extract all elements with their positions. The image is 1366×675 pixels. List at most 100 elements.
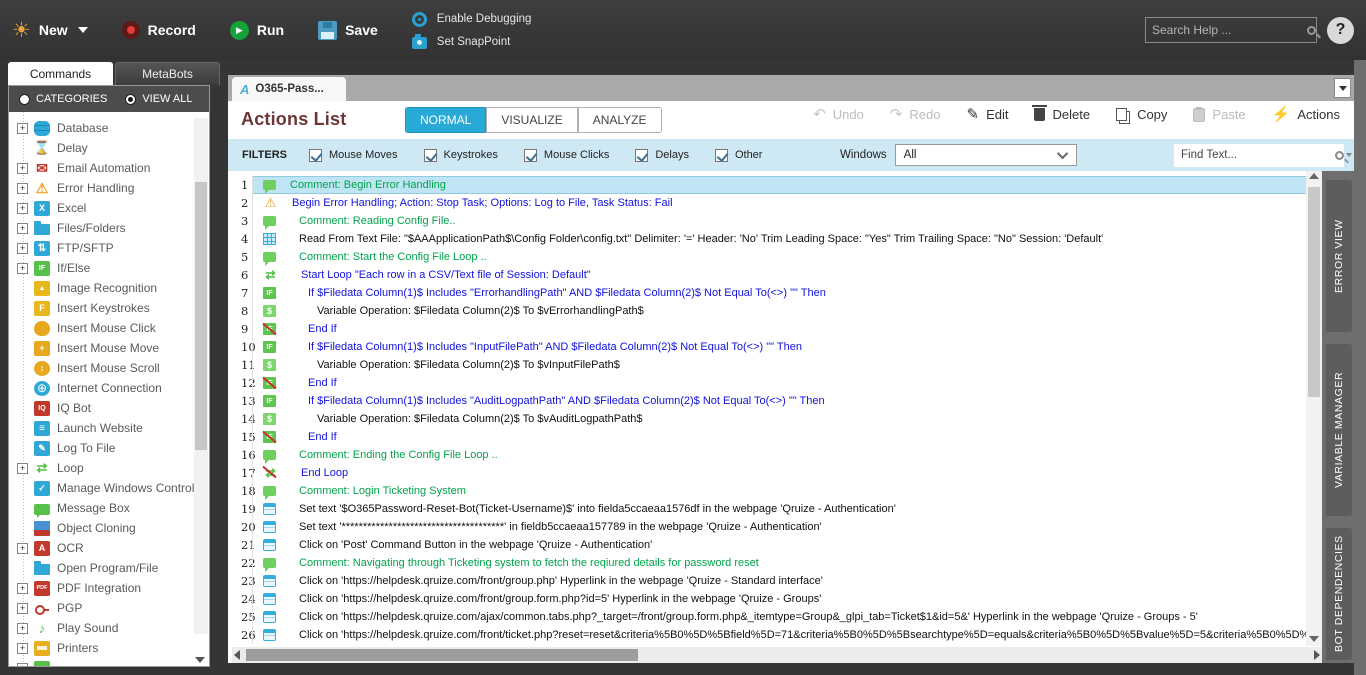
- mode-visualize-button[interactable]: VISUALIZE: [486, 107, 577, 133]
- new-button[interactable]: ☀ New: [12, 20, 88, 41]
- run-button[interactable]: ▶ Run: [230, 21, 284, 40]
- sidebar-item-error-handling[interactable]: +⚠Error Handling: [9, 178, 209, 198]
- sidebar-item-insert-mouse-click[interactable]: Insert Mouse Click: [9, 318, 209, 338]
- radio-view-all-dot[interactable]: [125, 94, 136, 105]
- sidebar-item-launch-website[interactable]: ≡Launch Website: [9, 418, 209, 438]
- expand-plus-icon[interactable]: +: [17, 643, 28, 654]
- action-row-15[interactable]: 15IFEnd If: [228, 428, 1306, 446]
- horizontal-scrollbar[interactable]: [232, 647, 1322, 663]
- sidebar-item-database[interactable]: +▤Database: [9, 118, 209, 138]
- sidebar-item-item[interactable]: +: [9, 658, 209, 666]
- sidebar-item-files-folders[interactable]: +Files/Folders: [9, 218, 209, 238]
- sidebar-scroll-down-icon[interactable]: [195, 657, 205, 663]
- radio-view-all[interactable]: VIEW ALL: [125, 93, 192, 105]
- scroll-down-icon[interactable]: [1309, 636, 1319, 642]
- filter-mouse-clicks[interactable]: Mouse Clicks: [524, 149, 609, 162]
- find-text-input[interactable]: [1181, 149, 1335, 161]
- set-snappoint-button[interactable]: Set SnapPoint: [412, 35, 532, 49]
- filter-other[interactable]: Other: [715, 149, 763, 162]
- action-row-10[interactable]: 10IFIf $Filedata Column(1)$ Includes "In…: [228, 338, 1306, 356]
- sidebar-item-loop[interactable]: +⇄Loop: [9, 458, 209, 478]
- undo-button[interactable]: ↶ Undo: [813, 107, 864, 122]
- sidebar-item-ftp-sftp[interactable]: +⇅FTP/SFTP: [9, 238, 209, 258]
- enable-debugging-button[interactable]: Enable Debugging: [412, 12, 532, 27]
- scroll-up-icon[interactable]: [1309, 173, 1319, 179]
- tab-error-view[interactable]: ERROR VIEW: [1326, 180, 1352, 332]
- action-row-2[interactable]: 2⚠Begin Error Handling; Action: Stop Tas…: [228, 194, 1306, 212]
- expand-plus-icon[interactable]: +: [17, 663, 28, 667]
- checkbox-icon[interactable]: [309, 149, 322, 162]
- sidebar-scrollbar[interactable]: [194, 118, 208, 634]
- expand-plus-icon[interactable]: +: [17, 543, 28, 554]
- expand-plus-icon[interactable]: +: [17, 263, 28, 274]
- sidebar-item-internet-connection[interactable]: ⊕Internet Connection: [9, 378, 209, 398]
- record-button[interactable]: Record: [122, 21, 196, 39]
- mode-analyze-button[interactable]: ANALYZE: [578, 107, 662, 133]
- expand-plus-icon[interactable]: +: [17, 123, 28, 134]
- copy-button[interactable]: Copy: [1116, 107, 1167, 122]
- document-tab[interactable]: A O365-Pass...: [232, 77, 346, 101]
- tab-metabots[interactable]: MetaBots: [115, 62, 220, 85]
- redo-button[interactable]: ↷ Redo: [890, 107, 941, 122]
- search-icon[interactable]: [1307, 26, 1316, 35]
- vertical-scrollbar-thumb[interactable]: [1308, 187, 1320, 397]
- sidebar-item-email-automation[interactable]: +✉Email Automation: [9, 158, 209, 178]
- expand-plus-icon[interactable]: +: [17, 183, 28, 194]
- action-row-23[interactable]: 23Click on 'https://helpdesk.qruize.com/…: [228, 572, 1306, 590]
- action-row-18[interactable]: 18Comment: Login Ticketing System: [228, 482, 1306, 500]
- expand-plus-icon[interactable]: +: [17, 243, 28, 254]
- filter-delays[interactable]: Delays: [635, 149, 689, 162]
- action-row-14[interactable]: 14$Variable Operation: $Filedata Column(…: [228, 410, 1306, 428]
- sidebar-item-open-program-file[interactable]: Open Program/File: [9, 558, 209, 578]
- sidebar-item-message-box[interactable]: Message Box: [9, 498, 209, 518]
- checkbox-icon[interactable]: [715, 149, 728, 162]
- sidebar-item-image-recognition[interactable]: ▲Image Recognition: [9, 278, 209, 298]
- action-row-3[interactable]: 3Comment: Reading Config File..: [228, 212, 1306, 230]
- help-button[interactable]: ?: [1327, 17, 1354, 44]
- action-row-26[interactable]: 26Click on 'https://helpdesk.qruize.com/…: [228, 626, 1306, 644]
- delete-button[interactable]: Delete: [1034, 107, 1090, 122]
- scroll-right-icon[interactable]: [1314, 650, 1320, 660]
- sidebar-item-pgp[interactable]: +PGP: [9, 598, 209, 618]
- action-row-20[interactable]: 20Set text '****************************…: [228, 518, 1306, 536]
- sidebar-item-pdf-integration[interactable]: +PDFPDF Integration: [9, 578, 209, 598]
- sidebar-item-if-else[interactable]: +IFIf/Else: [9, 258, 209, 278]
- sidebar-item-play-sound[interactable]: +♪Play Sound: [9, 618, 209, 638]
- expand-plus-icon[interactable]: +: [17, 463, 28, 474]
- find-search-icon[interactable]: [1335, 151, 1352, 160]
- expand-plus-icon[interactable]: +: [17, 603, 28, 614]
- save-button[interactable]: Save: [318, 21, 378, 40]
- action-row-12[interactable]: 12IFEnd If: [228, 374, 1306, 392]
- action-row-19[interactable]: 19Set text '$O365Password-Reset-Bot(Tick…: [228, 500, 1306, 518]
- checkbox-icon[interactable]: [635, 149, 648, 162]
- mode-normal-button[interactable]: NORMAL: [405, 107, 486, 133]
- expand-plus-icon[interactable]: +: [17, 203, 28, 214]
- action-row-6[interactable]: 6⇄Start Loop "Each row in a CSV/Text fil…: [228, 266, 1306, 284]
- expand-plus-icon[interactable]: +: [17, 583, 28, 594]
- action-row-25[interactable]: 25Click on 'https://helpdesk.qruize.com/…: [228, 608, 1306, 626]
- sidebar-item-excel[interactable]: +XExcel: [9, 198, 209, 218]
- action-row-13[interactable]: 13IFIf $Filedata Column(1)$ Includes "Au…: [228, 392, 1306, 410]
- sidebar-item-iq-bot[interactable]: IQIQ Bot: [9, 398, 209, 418]
- tab-commands[interactable]: Commands: [8, 62, 113, 85]
- action-row-9[interactable]: 9IFEnd If: [228, 320, 1306, 338]
- filter-keystrokes[interactable]: Keystrokes: [424, 149, 498, 162]
- radio-categories[interactable]: CATEGORIES: [19, 93, 107, 105]
- paste-button[interactable]: Paste: [1193, 107, 1245, 122]
- action-row-22[interactable]: 22Comment: Navigating through Ticketing …: [228, 554, 1306, 572]
- expand-plus-icon[interactable]: +: [17, 223, 28, 234]
- edit-button[interactable]: ✎ Edit: [967, 107, 1009, 122]
- tab-list-dropdown-button[interactable]: [1334, 78, 1351, 98]
- sidebar-item-insert-mouse-scroll[interactable]: ↕Insert Mouse Scroll: [9, 358, 209, 378]
- expand-plus-icon[interactable]: +: [17, 163, 28, 174]
- checkbox-icon[interactable]: [424, 149, 437, 162]
- horizontal-scrollbar-thumb[interactable]: [246, 649, 638, 661]
- action-row-5[interactable]: 5Comment: Start the Config File Loop ..: [228, 248, 1306, 266]
- tab-variable-manager[interactable]: VARIABLE MANAGER: [1326, 344, 1352, 516]
- sidebar-item-log-to-file[interactable]: ✎Log To File: [9, 438, 209, 458]
- action-row-24[interactable]: 24Click on 'https://helpdesk.qruize.com/…: [228, 590, 1306, 608]
- action-row-17[interactable]: 17⇄End Loop: [228, 464, 1306, 482]
- action-row-1[interactable]: 1Comment: Begin Error Handling: [228, 176, 1306, 194]
- sidebar-item-manage-windows-controls[interactable]: ✓Manage Windows Controls: [9, 478, 209, 498]
- action-row-16[interactable]: 16Comment: Ending the Config File Loop .…: [228, 446, 1306, 464]
